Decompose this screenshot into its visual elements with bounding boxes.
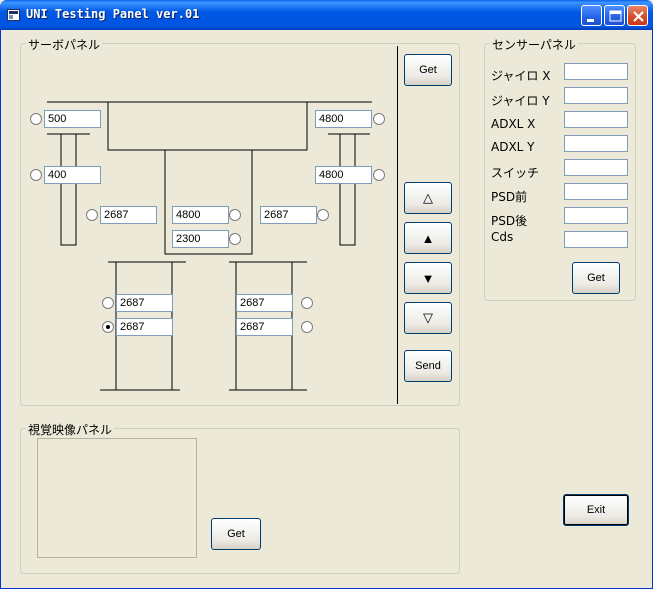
- radio-leg-left-1[interactable]: [102, 297, 114, 309]
- sensor-label-psd-back: PSD後: [491, 214, 528, 228]
- minimize-button[interactable]: [581, 5, 602, 26]
- servo-leg-right-2-field[interactable]: 2687: [236, 318, 293, 336]
- sensor-field-adxl-y[interactable]: [564, 135, 628, 152]
- servo-leg-left-1-field[interactable]: 2687: [116, 294, 173, 312]
- servo-center-bottom-field[interactable]: 2300: [172, 230, 229, 248]
- sensor-label-gyro-x: ジャイロ X: [491, 69, 551, 83]
- servo-right-mid-field[interactable]: 4800: [315, 166, 372, 184]
- radio-center-top[interactable]: [229, 209, 241, 221]
- servo-get-button[interactable]: Get: [404, 54, 452, 86]
- sensor-label-psd-front: PSD前: [491, 190, 528, 204]
- sensor-field-psd-front[interactable]: [564, 183, 628, 200]
- radio-left-mid[interactable]: [30, 169, 42, 181]
- maximize-icon: [609, 10, 622, 22]
- close-icon: [633, 11, 644, 22]
- radio-hip-right[interactable]: [317, 209, 329, 221]
- servo-left-mid-field[interactable]: 400: [44, 166, 101, 184]
- close-button[interactable]: [627, 5, 648, 26]
- up-filled-arrow-icon: ▲: [421, 230, 435, 246]
- down-outline-arrow-icon: ▽: [423, 310, 433, 325]
- sensor-panel-label: センサーパネル: [490, 36, 578, 53]
- step-down-button[interactable]: ▼: [404, 262, 452, 294]
- robot-diagram: [47, 101, 372, 391]
- sensor-label-adxl-x: ADXL X: [491, 117, 536, 131]
- sensor-label-cds: Cds: [491, 230, 514, 244]
- radio-leg-left-2[interactable]: [102, 321, 114, 333]
- radio-right-top[interactable]: [373, 113, 385, 125]
- radio-center-bottom[interactable]: [229, 233, 241, 245]
- sensor-label-gyro-y: ジャイロ Y: [491, 94, 550, 108]
- servo-leg-left-2-field[interactable]: 2687: [116, 318, 173, 336]
- maximize-button[interactable]: [604, 5, 625, 26]
- sensor-field-gyro-y[interactable]: [564, 87, 628, 104]
- down-filled-arrow-icon: ▼: [421, 270, 435, 286]
- step-up-outline-button[interactable]: △: [404, 182, 452, 214]
- sensor-field-cds[interactable]: [564, 231, 628, 248]
- servo-hip-left-field[interactable]: 2687: [100, 206, 157, 224]
- radio-right-mid[interactable]: [373, 169, 385, 181]
- sensor-get-button[interactable]: Get: [572, 262, 620, 294]
- sensor-label-adxl-y: ADXL Y: [491, 140, 535, 154]
- sensor-field-gyro-x[interactable]: [564, 63, 628, 80]
- sensor-field-psd-back[interactable]: [564, 207, 628, 224]
- minimize-icon: [587, 19, 594, 22]
- servo-send-button[interactable]: Send: [404, 350, 452, 382]
- step-down-outline-button[interactable]: ▽: [404, 302, 452, 334]
- exit-button[interactable]: Exit: [563, 494, 629, 526]
- up-outline-arrow-icon: △: [423, 190, 433, 205]
- servo-right-top-field[interactable]: 4800: [315, 110, 372, 128]
- servo-center-top-field[interactable]: 4800: [172, 206, 229, 224]
- servo-leg-right-1-field[interactable]: 2687: [236, 294, 293, 312]
- servo-hip-right-field[interactable]: 2687: [260, 206, 317, 224]
- radio-leg-right-2[interactable]: [301, 321, 313, 333]
- step-up-button[interactable]: ▲: [404, 222, 452, 254]
- sensor-label-switch: スイッチ: [491, 166, 540, 180]
- vision-panel-label: 視覚映像パネル: [26, 421, 115, 438]
- radio-left-top[interactable]: [30, 113, 42, 125]
- sensor-field-adxl-x[interactable]: [564, 111, 628, 128]
- radio-leg-right-1[interactable]: [301, 297, 313, 309]
- vision-image-area: [37, 438, 197, 558]
- sensor-field-switch[interactable]: [564, 159, 628, 176]
- radio-hip-left[interactable]: [86, 209, 98, 221]
- servo-left-top-field[interactable]: 500: [44, 110, 101, 128]
- vision-get-button[interactable]: Get: [211, 518, 261, 550]
